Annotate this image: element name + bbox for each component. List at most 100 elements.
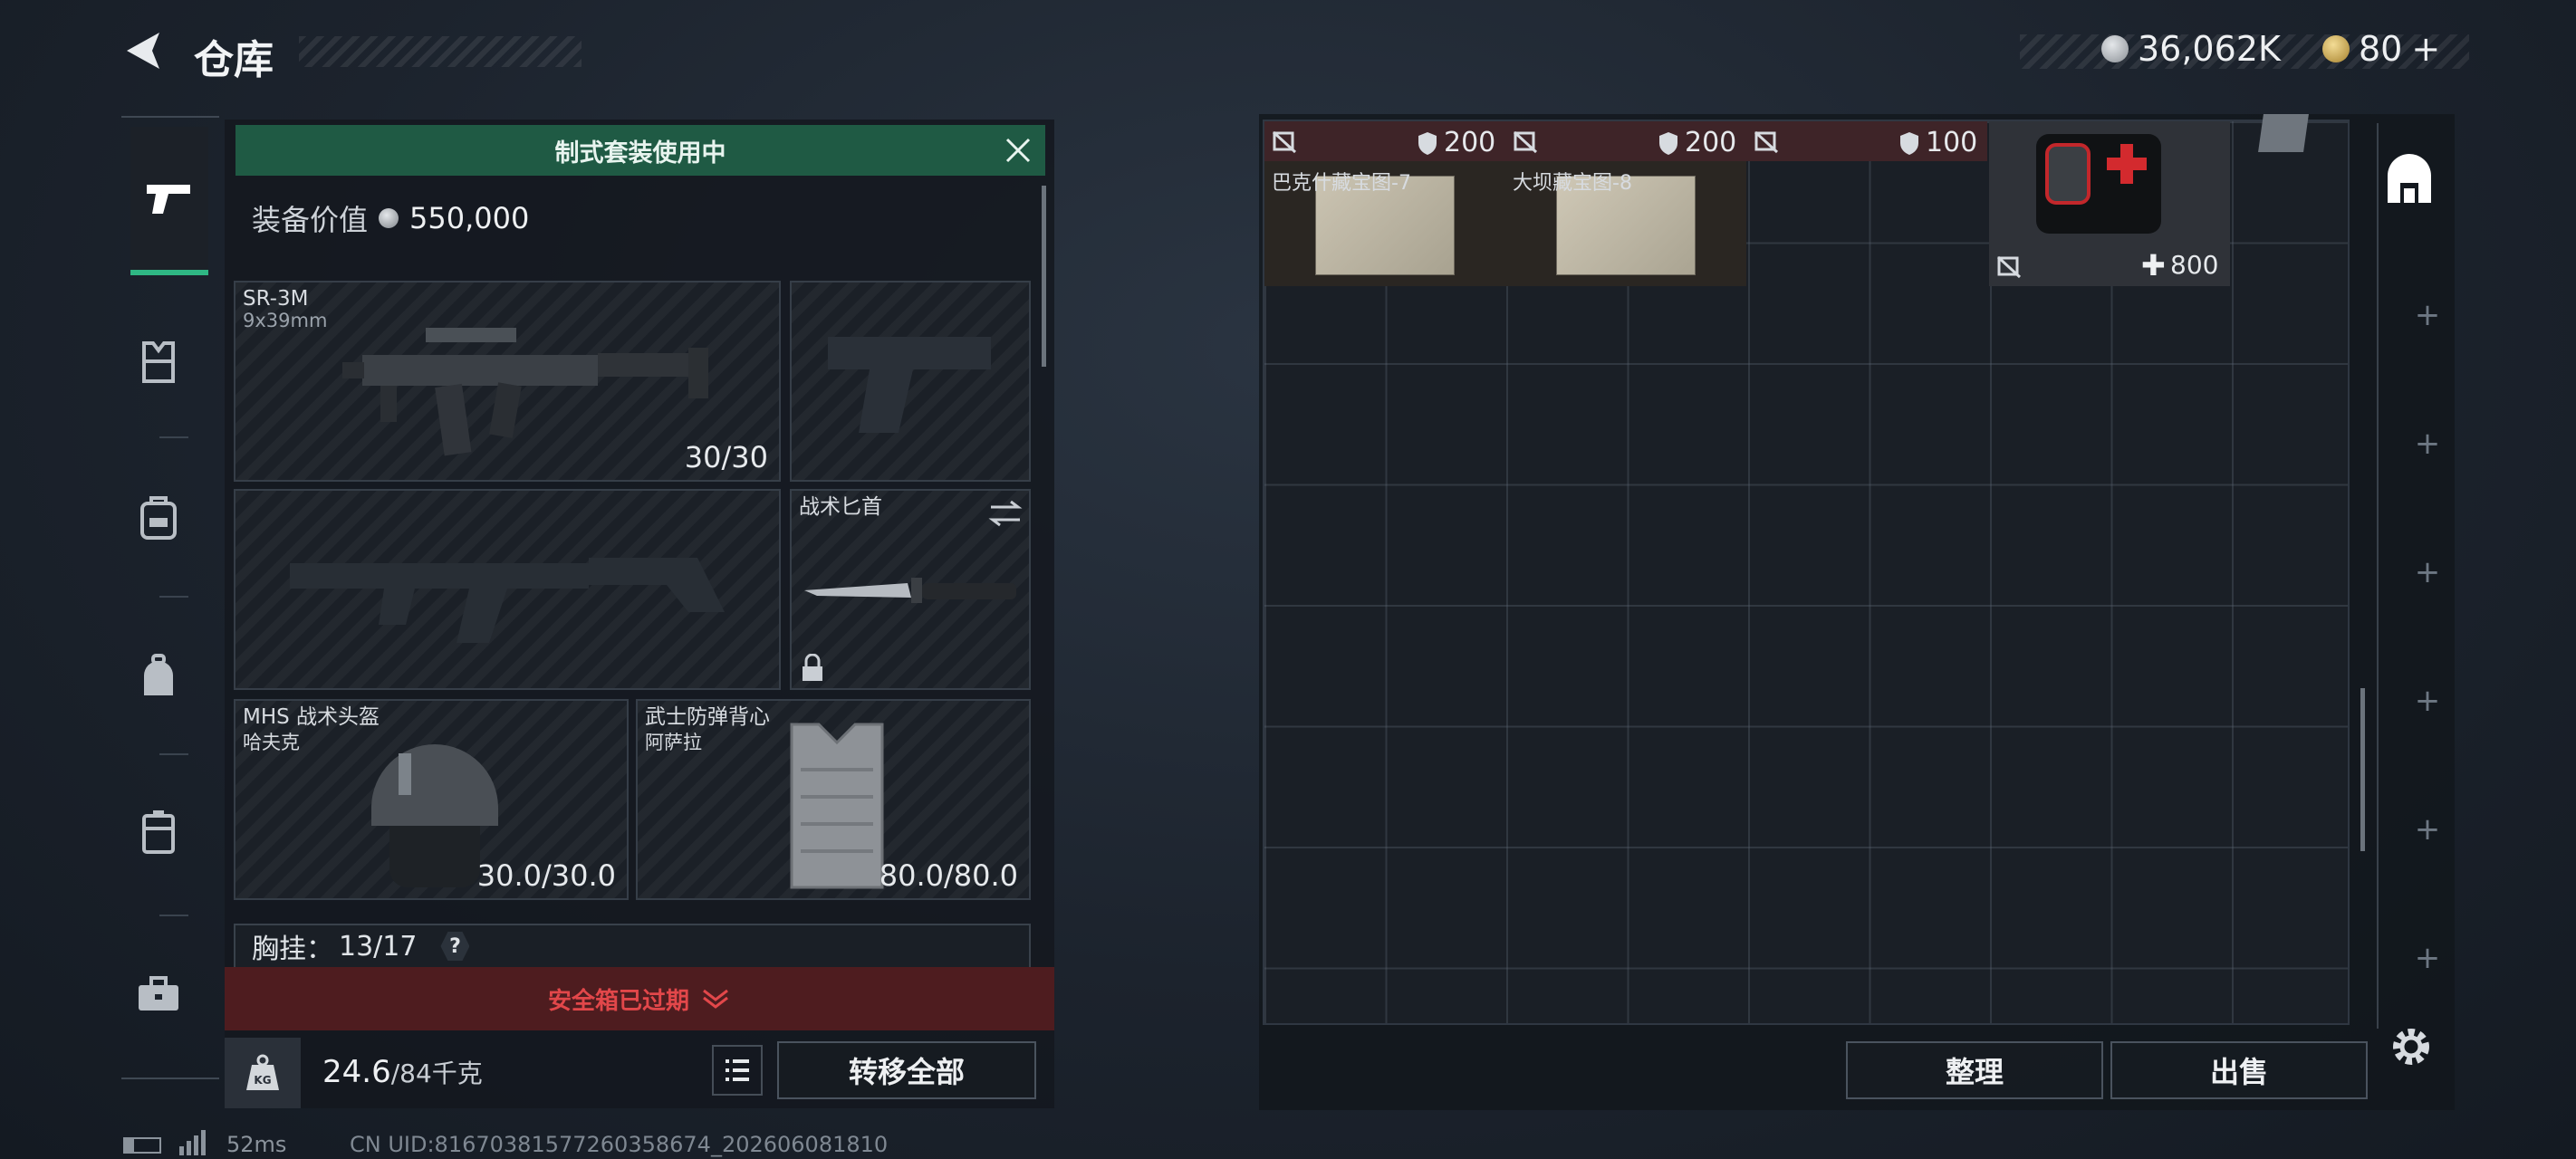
currency-secondary-value: 80 [2359, 29, 2403, 69]
nav-item-safe-box[interactable] [131, 806, 186, 860]
no-insure-icon [1272, 130, 1297, 154]
nav-item-toolbox[interactable] [131, 967, 186, 1021]
settings-button[interactable] [2388, 1023, 2435, 1070]
add-stash-tab-icon[interactable]: + [2400, 426, 2455, 462]
primary-weapon-ammo: 30/30 [684, 440, 768, 474]
melee-slot[interactable]: 战术匕首 [790, 489, 1031, 690]
knife-image [804, 578, 1016, 603]
safe-box-status: 安全箱已过期 [547, 987, 689, 1015]
item-value: 200 [1444, 127, 1496, 158]
stash-scrollbar[interactable] [2360, 688, 2365, 851]
currency-secondary[interactable]: 80 + [2322, 29, 2440, 69]
nav-separator [159, 753, 188, 755]
carry-weight-total: /84千克 [390, 1058, 483, 1088]
page-title: 仓库 [194, 37, 274, 83]
weight-icon: KG [246, 1054, 279, 1090]
warehouse-tab[interactable] [2382, 154, 2437, 208]
toolbox-icon [139, 976, 178, 1011]
lock-icon [803, 654, 822, 681]
primary-weapon-slot[interactable]: SR-3M 9x39mm 30/30 [234, 281, 781, 482]
back-button[interactable] [120, 27, 167, 74]
rifle-placeholder-icon [290, 558, 725, 643]
nav-item-weapons-active[interactable] [130, 127, 208, 275]
shield-icon [1900, 132, 1918, 155]
nav-separator [159, 596, 188, 598]
rifle-image [342, 328, 708, 456]
add-stash-tab-icon[interactable]: + [2400, 683, 2455, 719]
bag-icon [140, 496, 177, 540]
close-banner-button[interactable] [1000, 132, 1036, 168]
add-stash-tab-icon[interactable]: + [2400, 554, 2455, 590]
item-value: 100 [1926, 127, 1978, 158]
sell-button[interactable]: 出售 [2110, 1041, 2368, 1099]
item-name: 大坝藏宝图-8 [1513, 172, 1632, 195]
backpack-icon [144, 654, 173, 695]
pistol-placeholder-icon [828, 337, 991, 433]
ping: 52ms [226, 1132, 287, 1157]
stash-item-value-100[interactable]: 100 [1746, 121, 1987, 161]
transfer-all-button[interactable]: 转移全部 [777, 1041, 1036, 1099]
no-insure-icon [1996, 255, 2022, 279]
armor-durability: 80.0/80.0 [879, 858, 1018, 893]
silver-coin-icon [2101, 35, 2129, 62]
pistol-icon [147, 185, 190, 214]
stash-item-map-7[interactable]: 200 巴克什藏宝图-7 [1264, 121, 1505, 286]
sort-button[interactable]: 整理 [1846, 1041, 2103, 1099]
carry-weight: 24.6 /84千克 [322, 1054, 483, 1090]
right-rail-line [2377, 123, 2379, 1029]
add-stash-tab-icon[interactable]: + [2400, 811, 2455, 848]
nav-item-backpack-alt[interactable] [131, 489, 186, 543]
partial-item-corner [2258, 114, 2309, 152]
gear-icon [2393, 1029, 2429, 1065]
nav-bottom-line [121, 1078, 219, 1079]
armor-slot[interactable]: 武士防弹背心 阿萨拉 80.0/80.0 [636, 699, 1031, 900]
preset-banner-text: 制式套装使用中 [554, 139, 726, 168]
nav-top-line [121, 116, 219, 118]
sidearm-slot[interactable] [790, 281, 1031, 482]
secondary-weapon-slot[interactable] [234, 489, 781, 690]
header-stripe [299, 36, 582, 67]
primary-weapon-name: SR-3M [243, 287, 309, 311]
loadout-scrollbar[interactable] [1042, 186, 1046, 367]
shield-icon [1659, 132, 1677, 155]
currency-add-icon[interactable]: + [2411, 29, 2440, 69]
chest-rig-label: 胸挂： [252, 934, 333, 965]
add-stash-tab-icon[interactable]: + [2400, 297, 2455, 333]
swap-icon[interactable] [987, 498, 1024, 529]
battery-icon [123, 1137, 161, 1154]
currency-primary-value: 36,062K [2138, 29, 2281, 69]
helmet-slot[interactable]: MHS 战术头盔 哈夫克 30.0/30.0 [234, 699, 629, 900]
nav-item-backpack[interactable] [131, 648, 186, 703]
stash-item-first-aid[interactable]: ✚ 800 [1989, 121, 2230, 286]
stash-item-map-8[interactable]: 200 大坝藏宝图-8 [1505, 121, 1746, 286]
vest-icon [142, 341, 175, 383]
warehouse-icon [2388, 154, 2431, 203]
helmet-brand: 哈夫克 [243, 732, 300, 753]
shield-icon [1418, 132, 1437, 155]
safe-box-expired-bar[interactable]: 安全箱已过期 [225, 967, 1054, 1030]
equipment-value: 装备价值 550,000 [252, 197, 529, 239]
item-name: 巴克什藏宝图-7 [1272, 172, 1411, 195]
help-icon[interactable]: ? [440, 932, 470, 961]
list-view-button[interactable] [712, 1045, 763, 1096]
chest-rig-value: 13/17 [339, 930, 418, 963]
silver-coin-icon [379, 208, 399, 228]
chest-rig-row[interactable]: 胸挂： 13/17 ? [234, 924, 1031, 969]
nav-separator [159, 915, 188, 916]
back-arrow-icon [127, 33, 159, 69]
no-insure-icon [1754, 130, 1779, 154]
helmet-name: MHS 战术头盔 [243, 705, 380, 729]
svg-text:KG: KG [254, 1074, 271, 1087]
no-insure-icon [1513, 130, 1538, 154]
weight-icon-box: KG [225, 1038, 301, 1108]
primary-weapon-caliber: 9x39mm [243, 310, 328, 331]
add-stash-tab-icon[interactable]: + [2400, 940, 2455, 976]
nav-separator [159, 436, 188, 438]
carry-weight-value: 24.6 [322, 1054, 391, 1090]
nav-item-chest-rig[interactable] [131, 335, 186, 389]
uid: CN UID:8167038157726035867​4_20260608181… [350, 1132, 889, 1157]
melee-name: 战术匕首 [799, 495, 882, 519]
currency-primary[interactable]: 36,062K [2101, 29, 2281, 69]
helmet-durability: 30.0/30.0 [476, 858, 616, 893]
item-value: 800 [2170, 250, 2219, 280]
